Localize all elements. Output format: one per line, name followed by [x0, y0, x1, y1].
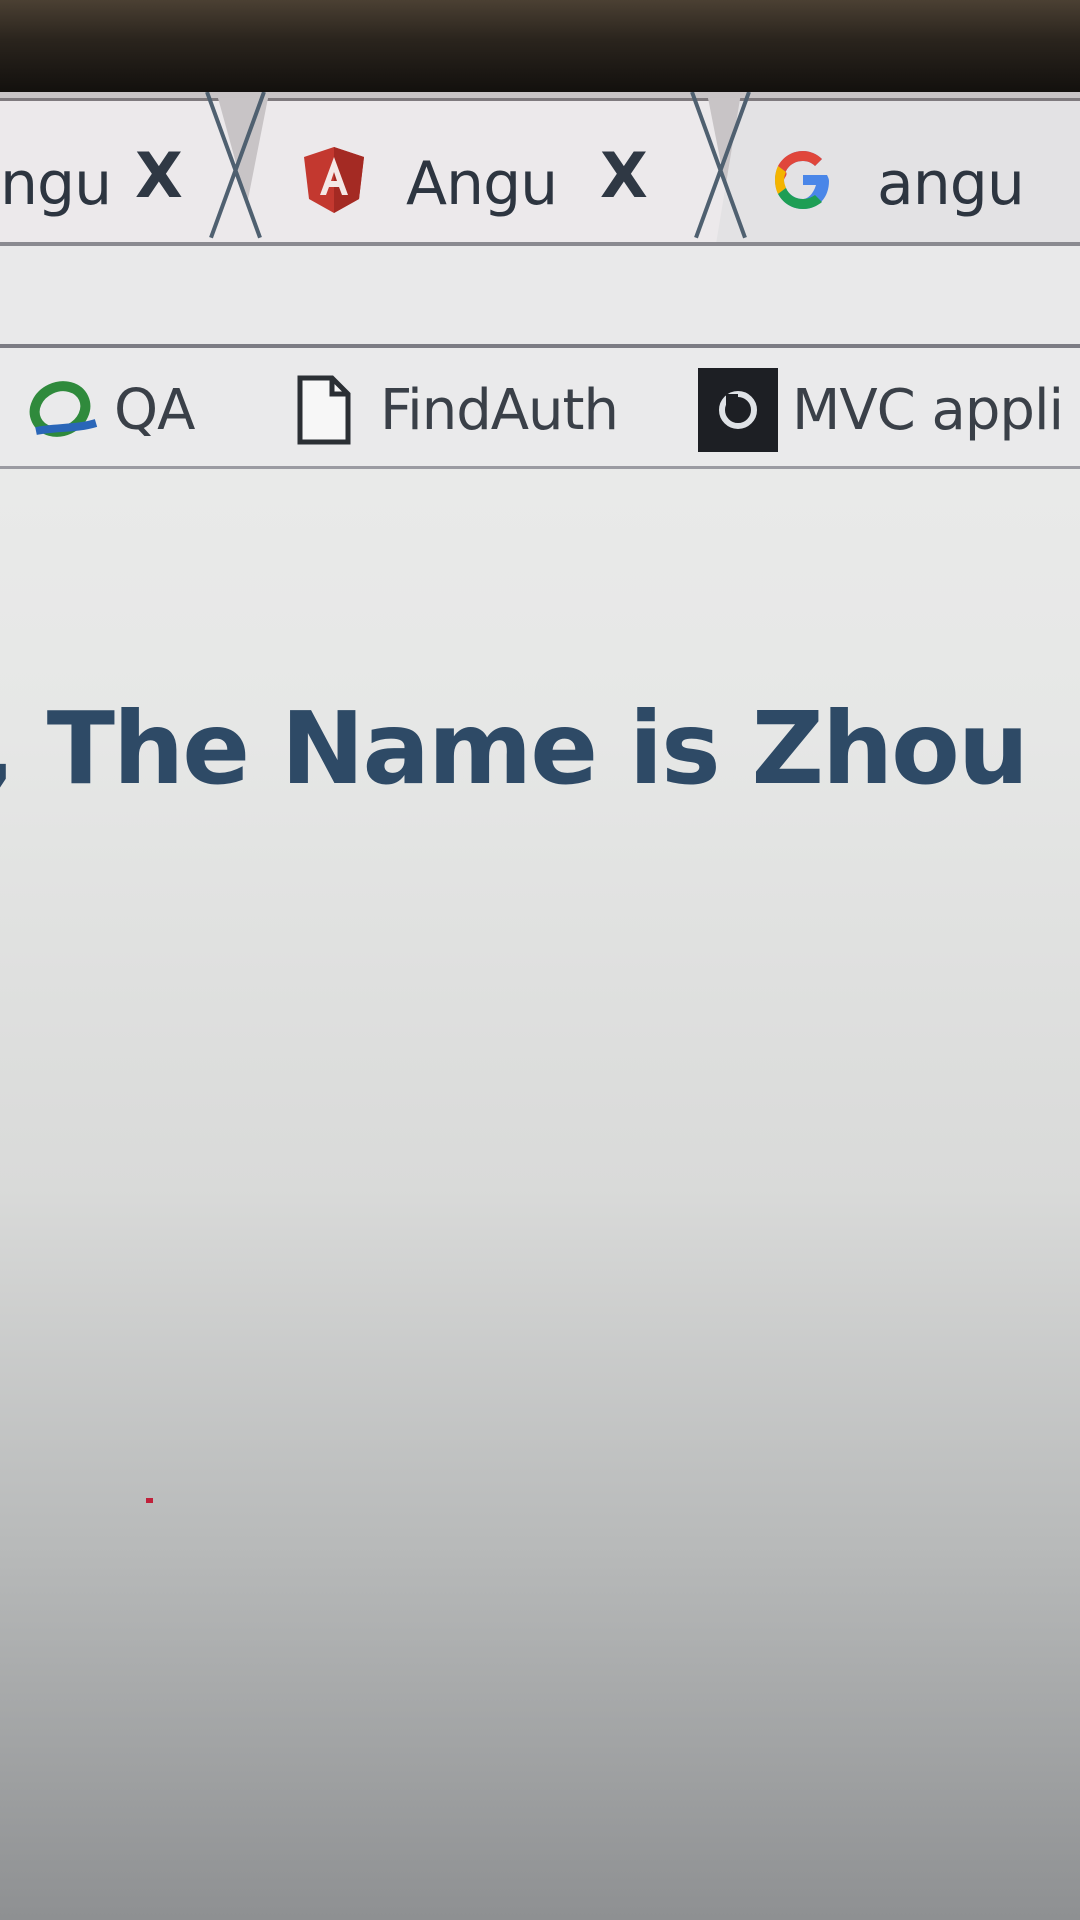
bookmark-qa[interactable]: QA [26, 370, 195, 450]
page-heading: , The Name is Zhou [0, 690, 1029, 807]
page-content: , The Name is Zhou [0, 470, 1080, 1920]
tab-3-title: angu [877, 149, 1025, 219]
mvc-app-icon [698, 368, 778, 452]
qa-logo-icon [29, 381, 98, 437]
bookmark-qa-label: QA [114, 377, 195, 443]
bookmark-findauth-label: FindAuth [380, 377, 619, 443]
tab-strip: ngu X Angu X angu X [0, 92, 1080, 252]
tab-2-title: Angu [406, 149, 558, 219]
tab-1[interactable]: ngu X [0, 98, 260, 250]
mouse-cursor-icon [146, 1498, 153, 1503]
angular-shield-icon [304, 147, 364, 213]
bookmarks-bar: QA FindAuth MVC appli [0, 348, 1080, 469]
bookmark-mvc-app[interactable]: MVC appli [698, 368, 1064, 452]
document-icon [297, 375, 351, 445]
google-g-icon [775, 151, 829, 209]
tab-3[interactable]: angu X [715, 98, 1080, 250]
bookmark-mvc-app-label: MVC appli [792, 377, 1064, 443]
bookmark-findauth[interactable]: FindAuth [296, 370, 619, 450]
tab-2[interactable]: Angu X [238, 98, 738, 250]
tab-2-close-button[interactable]: X [600, 145, 648, 207]
browser-window: ngu X Angu X angu X [0, 92, 1080, 1920]
browser-toolbar [0, 242, 1080, 348]
tab-1-close-button[interactable]: X [135, 145, 183, 207]
tab-1-title: ngu [0, 149, 112, 219]
monitor-bezel [0, 0, 1080, 100]
